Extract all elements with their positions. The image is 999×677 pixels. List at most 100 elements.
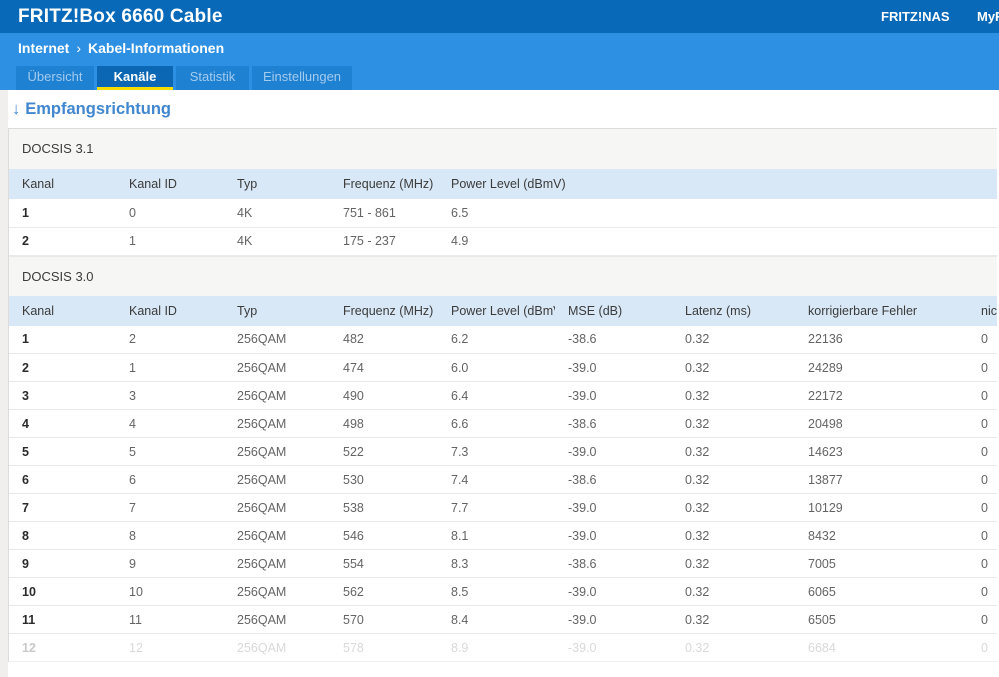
table-cell: 0.32: [672, 465, 795, 494]
table-cell: 570: [330, 605, 438, 634]
breadcrumb-item-kabel-informationen[interactable]: Kabel-Informationen: [88, 40, 224, 56]
table-cell: 7: [116, 493, 224, 522]
table-cell: -39.0: [555, 493, 672, 522]
column-header: korrigierbare Fehler: [795, 295, 968, 326]
tab-bar: Übersicht Kanäle Statistik Einstellungen: [0, 63, 999, 90]
table-cell: 4K: [224, 199, 330, 228]
table-cell: 7005: [795, 549, 968, 578]
table-cell: 256QAM: [224, 633, 330, 662]
table-row: 2 1 256QAM 474 6.0 -39.0 0.32 24289 0: [9, 353, 999, 382]
table-row: 1 0 4K 751 - 861 6.5: [9, 199, 999, 228]
table-cell: 0: [968, 493, 999, 522]
table-cell: 256QAM: [224, 325, 330, 354]
tab-kanaele[interactable]: Kanäle: [97, 66, 173, 90]
table-cell: 6: [116, 465, 224, 494]
table-cell: 8432: [795, 521, 968, 550]
table-cell: 530: [330, 465, 438, 494]
table-cell: 256QAM: [224, 437, 330, 466]
table-cell: 7.7: [438, 493, 555, 522]
table-cell: 8.9: [438, 633, 555, 662]
table-cell: 4: [116, 409, 224, 438]
table-cell: 256QAM: [224, 353, 330, 382]
column-header: Power Level (dBmV): [438, 169, 999, 199]
table-cell: 9: [116, 549, 224, 578]
column-header-row: Kanal Kanal ID Typ Frequenz (MHz) Power Leve…: [9, 169, 999, 199]
table-cell: -38.6: [555, 465, 672, 494]
tab-statistik[interactable]: Statistik: [176, 66, 249, 90]
table-cell: 6: [9, 465, 116, 494]
table-cell: 0.32: [672, 353, 795, 382]
table-cell: 4.9: [438, 227, 999, 256]
fritznas-link[interactable]: FRITZ!NAS: [881, 0, 950, 33]
table-cell: 0.32: [672, 521, 795, 550]
table-cell: 0: [116, 199, 224, 228]
table-cell: 256QAM: [224, 577, 330, 606]
table-cell: 175 - 237: [330, 227, 438, 256]
table-cell: 0: [968, 353, 999, 382]
table-cell: 6.5: [438, 199, 999, 228]
table-cell: -39.0: [555, 605, 672, 634]
table-cell: 562: [330, 577, 438, 606]
table-cell: 10: [9, 577, 116, 606]
table-cell: 0: [968, 521, 999, 550]
table-cell: 482: [330, 325, 438, 354]
table-row: 8 8 256QAM 546 8.1 -39.0 0.32 8432 0: [9, 521, 999, 550]
table-cell: 8.5: [438, 577, 555, 606]
table-cell: -39.0: [555, 577, 672, 606]
device-title: FRITZ!Box 6660 Cable: [18, 6, 223, 27]
table-row: 10 10 256QAM 562 8.5 -39.0 0.32 6065 0: [9, 577, 999, 606]
table-cell: 256QAM: [224, 549, 330, 578]
table-cell: -39.0: [555, 521, 672, 550]
table-cell: 0: [968, 325, 999, 354]
table-cell: 8: [9, 521, 116, 550]
tab-einstellungen[interactable]: Einstellungen: [252, 66, 352, 90]
breadcrumb-item-internet[interactable]: Internet: [18, 40, 69, 56]
table-cell: 256QAM: [224, 465, 330, 494]
myfritz-link[interactable]: MyFRITZ!: [977, 0, 999, 33]
table-cell: 11: [116, 605, 224, 634]
page-margin-strip: [0, 90, 8, 677]
table-cell: 10: [116, 577, 224, 606]
table-cell: 256QAM: [224, 521, 330, 550]
table-cell: 546: [330, 521, 438, 550]
column-header: Kanal: [9, 169, 116, 199]
table-cell: 12: [116, 633, 224, 662]
tab-uebersicht[interactable]: Übersicht: [16, 66, 94, 90]
table-cell: 20498: [795, 409, 968, 438]
table-cell: -39.0: [555, 381, 672, 410]
table-cell: 1: [116, 227, 224, 256]
table-cell: 0.32: [672, 409, 795, 438]
table-cell: 11: [9, 605, 116, 634]
docsis31-group-header: DOCSIS 3.1: [9, 129, 999, 169]
docsis30-group-header: DOCSIS 3.0: [9, 255, 999, 296]
table-cell: 256QAM: [224, 605, 330, 634]
table-cell: -38.6: [555, 325, 672, 354]
table-cell: 8: [116, 521, 224, 550]
table-cell: 1: [9, 199, 116, 228]
table-row: 12 12 256QAM 578 8.9 -39.0 0.32 6684 0: [9, 633, 999, 662]
table-cell: 0: [968, 437, 999, 466]
table-cell: 256QAM: [224, 409, 330, 438]
channels-card: DOCSIS 3.1 Kanal Kanal ID Typ Frequenz (MHz…: [8, 128, 999, 662]
table-row: 9 9 256QAM 554 8.3 -38.6 0.32 7005 0: [9, 549, 999, 578]
table-cell: 4K: [224, 227, 330, 256]
table-cell: 5: [116, 437, 224, 466]
table-cell: 10129: [795, 493, 968, 522]
table-cell: 554: [330, 549, 438, 578]
table-cell: 2: [9, 353, 116, 382]
table-cell: 14623: [795, 437, 968, 466]
docsis31-table: Kanal Kanal ID Typ Frequenz (MHz) Power Leve…: [9, 169, 999, 256]
table-cell: 751 - 861: [330, 199, 438, 228]
table-cell: 0.32: [672, 493, 795, 522]
table-cell: 2: [9, 227, 116, 256]
table-row: 4 4 256QAM 498 6.6 -38.6 0.32 20498 0: [9, 409, 999, 438]
table-cell: 578: [330, 633, 438, 662]
docsis30-table: Kanal Kanal ID Typ Frequenz (MHz) Power Leve…: [9, 295, 999, 662]
table-cell: 6065: [795, 577, 968, 606]
table-cell: -39.0: [555, 633, 672, 662]
table-cell: 24289: [795, 353, 968, 382]
table-cell: 6.4: [438, 381, 555, 410]
table-cell: 12: [9, 633, 116, 662]
table-cell: 256QAM: [224, 381, 330, 410]
table-cell: 5: [9, 437, 116, 466]
